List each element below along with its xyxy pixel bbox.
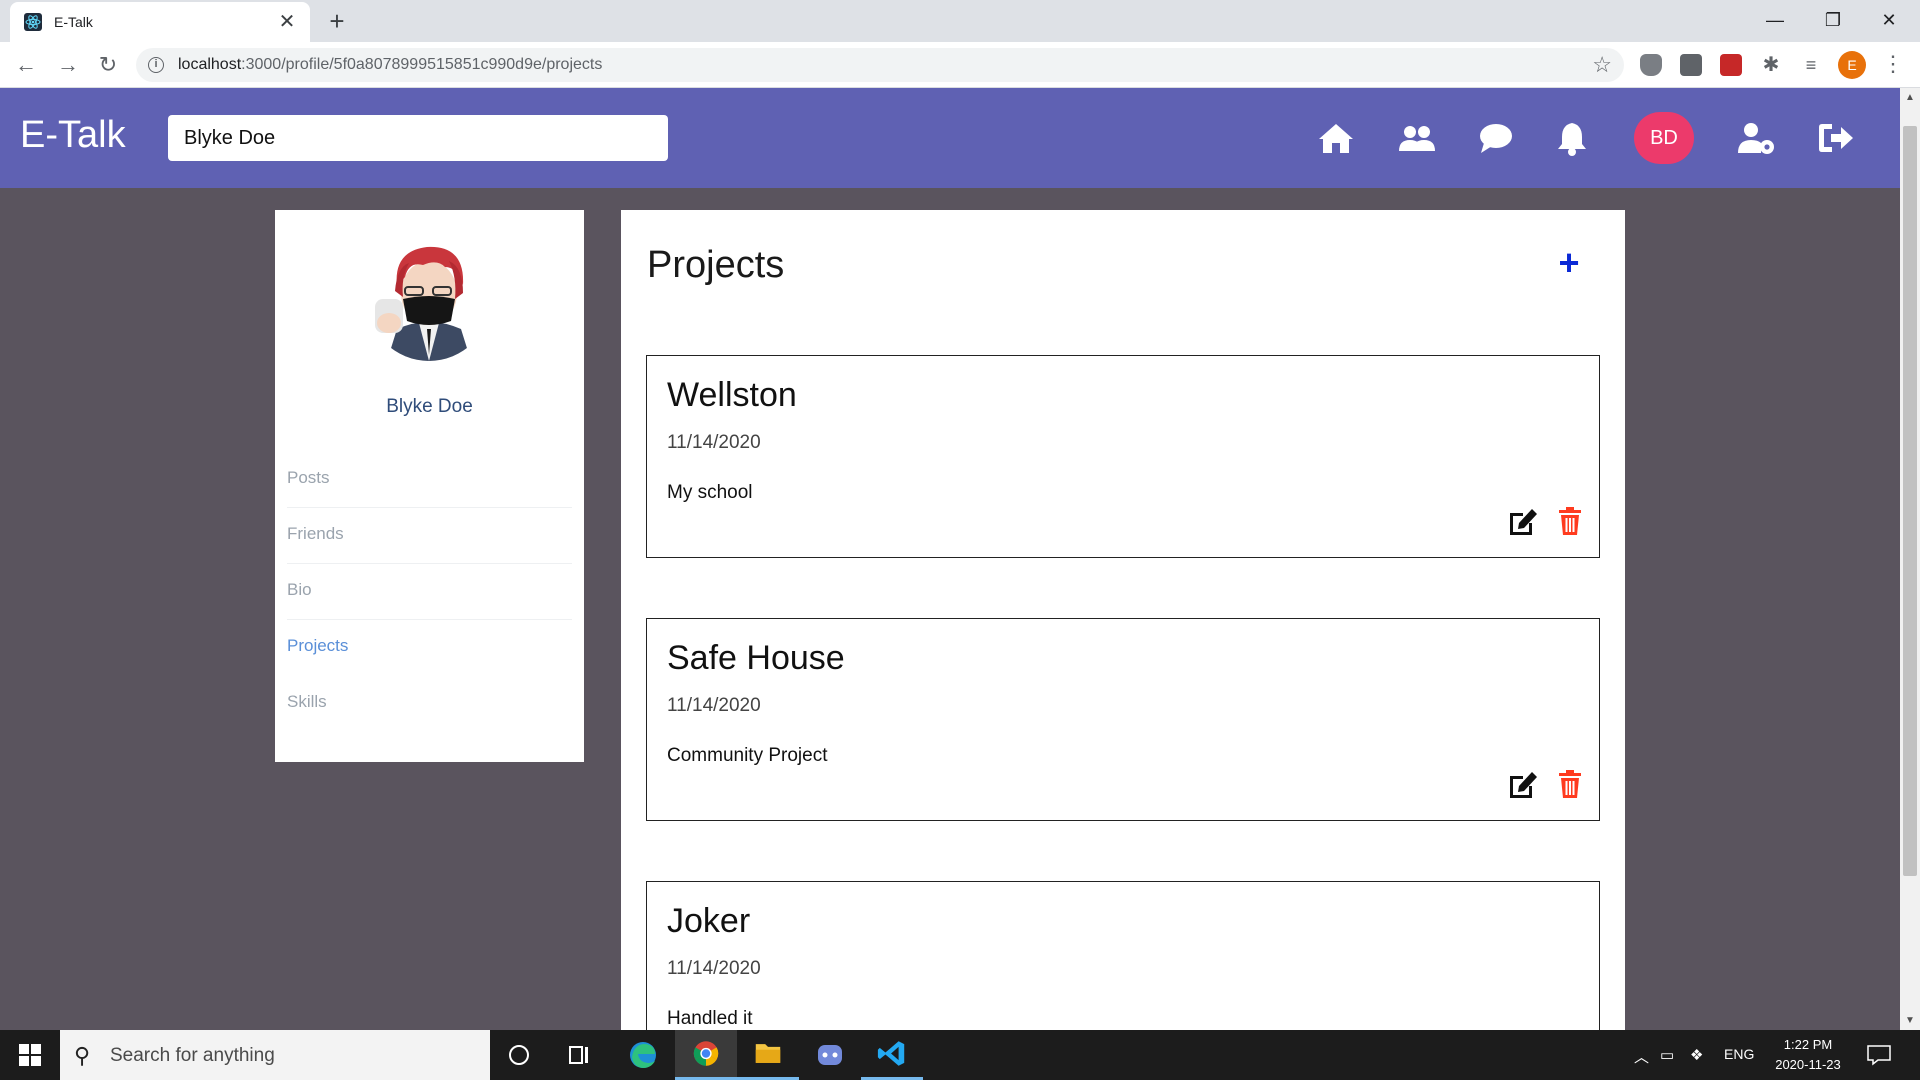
action-center-icon[interactable] — [1866, 1044, 1892, 1066]
profile-avatar — [367, 237, 491, 361]
clock-time: 1:22 PM — [1783, 1037, 1833, 1052]
scroll-up-icon[interactable]: ▲ — [1905, 92, 1915, 103]
scroll-down-icon[interactable]: ▼ — [1905, 1015, 1915, 1026]
brand-logo[interactable]: E-Talk — [20, 114, 126, 157]
sidebar-item-bio[interactable]: Bio — [287, 564, 572, 620]
cortana-icon[interactable] — [488, 1030, 550, 1080]
red-extension-icon[interactable] — [1720, 54, 1742, 76]
project-description: My school — [667, 482, 753, 503]
shield-extension-icon[interactable] — [1640, 54, 1662, 76]
url-host: localhost — [178, 56, 242, 73]
back-icon[interactable]: ← — [10, 49, 42, 81]
browser-profile-avatar[interactable]: E — [1838, 51, 1866, 79]
app-header: E-Talk BD — [0, 88, 1900, 188]
edit-icon[interactable] — [1507, 769, 1539, 799]
file-explorer-icon[interactable] — [737, 1030, 799, 1080]
browser-toolbar: ← → ↻ i localhost:3000/profile/5f0a80789… — [0, 42, 1920, 88]
profile-nav: Posts Friends Bio Projects Skills — [287, 452, 572, 732]
sidebar-item-skills[interactable]: Skills — [287, 676, 572, 732]
browser-tab[interactable]: E-Talk ✕ — [10, 2, 310, 42]
app-viewport: E-Talk BD — [0, 88, 1900, 1030]
address-bar[interactable]: i localhost:3000/profile/5f0a80789995158… — [136, 48, 1624, 82]
taskbar-clock[interactable]: 1:22 PM 2020-11-23 — [1760, 1035, 1856, 1075]
facebook-extension-icon[interactable] — [1680, 54, 1702, 76]
edit-icon[interactable] — [1507, 506, 1539, 536]
tab-title: E-Talk — [54, 14, 93, 30]
logout-icon[interactable] — [1816, 118, 1856, 158]
edge-browser-icon[interactable] — [612, 1030, 674, 1080]
close-window-icon[interactable]: ✕ — [1866, 4, 1912, 36]
dropbox-icon[interactable]: ❖ — [1690, 1046, 1703, 1064]
language-indicator[interactable]: ENG — [1724, 1046, 1754, 1062]
home-icon[interactable] — [1316, 118, 1356, 158]
profile-name: Blyke Doe — [386, 396, 473, 417]
url-text[interactable]: localhost:3000/profile/5f0a8078999515851… — [178, 56, 602, 74]
delete-trash-icon[interactable] — [1557, 769, 1583, 799]
project-card: Wellston 11/14/2020 My school — [646, 355, 1600, 558]
add-project-button[interactable]: + — [1553, 245, 1585, 281]
project-date: 11/14/2020 — [667, 958, 761, 979]
windows-taskbar: ⚲ Search for anything ︿ ▭ ❖ ENG 1:22 PM … — [0, 1030, 1920, 1080]
project-title: Joker — [667, 902, 751, 940]
bookmark-star-icon[interactable]: ☆ — [1592, 52, 1612, 78]
user-avatar-badge[interactable]: BD — [1634, 112, 1694, 164]
tray-overflow-icon[interactable]: ︿ — [1634, 1046, 1649, 1067]
delete-trash-icon[interactable] — [1557, 506, 1583, 536]
sidebar-item-projects[interactable]: Projects — [287, 620, 572, 676]
project-date: 11/14/2020 — [667, 432, 761, 453]
project-description: Handled it — [667, 1008, 753, 1029]
taskbar-search-placeholder: Search for anything — [110, 1045, 275, 1066]
search-input[interactable] — [168, 115, 668, 161]
reading-list-icon[interactable]: ≡ — [1800, 54, 1822, 76]
project-card: Safe House 11/14/2020 Community Project — [646, 618, 1600, 821]
friends-icon[interactable] — [1396, 118, 1436, 158]
forward-icon[interactable]: → — [52, 49, 84, 81]
project-description: Community Project — [667, 745, 828, 766]
scrollbar-thumb[interactable] — [1903, 126, 1917, 876]
notifications-bell-icon[interactable] — [1552, 118, 1592, 158]
project-title: Safe House — [667, 639, 845, 677]
profile-sidebar: Blyke Doe Posts Friends Bio Projects Ski… — [275, 210, 584, 762]
chrome-browser-icon[interactable] — [675, 1030, 737, 1080]
discord-icon[interactable] — [799, 1030, 861, 1080]
project-card: Joker 11/14/2020 Handled it — [646, 881, 1600, 1030]
task-view-icon[interactable] — [548, 1030, 610, 1080]
restore-window-icon[interactable]: ❐ — [1810, 4, 1856, 36]
browser-menu-icon[interactable]: ⋮ — [1882, 52, 1904, 78]
new-tab-icon[interactable]: + — [322, 7, 352, 37]
react-favicon-icon — [24, 13, 42, 31]
taskbar-search[interactable]: ⚲ Search for anything — [60, 1030, 490, 1080]
user-settings-icon[interactable] — [1736, 118, 1776, 158]
sidebar-item-posts[interactable]: Posts — [287, 452, 572, 508]
battery-icon[interactable]: ▭ — [1660, 1046, 1674, 1064]
clock-date: 2020-11-23 — [1775, 1057, 1841, 1072]
project-title: Wellston — [667, 376, 797, 414]
puzzle-extensions-icon[interactable]: ✱ — [1760, 54, 1782, 76]
url-path: :3000/profile/5f0a8078999515851c990d9e/p… — [241, 56, 603, 73]
search-icon: ⚲ — [74, 1043, 91, 1068]
site-info-icon[interactable]: i — [148, 57, 164, 73]
page-title: Projects — [647, 244, 785, 286]
projects-panel: Projects + Wellston 11/14/2020 My school… — [621, 210, 1625, 1030]
browser-tabbar: E-Talk ✕ + — ❐ ✕ — [0, 0, 1920, 42]
minimize-window-icon[interactable]: — — [1752, 4, 1798, 36]
chat-icon[interactable] — [1476, 118, 1516, 158]
reload-icon[interactable]: ↻ — [92, 49, 124, 81]
sidebar-item-friends[interactable]: Friends — [287, 508, 572, 564]
project-date: 11/14/2020 — [667, 695, 761, 716]
tab-close-icon[interactable]: ✕ — [274, 9, 300, 35]
page-scrollbar[interactable]: ▲ ▼ — [1900, 88, 1920, 1030]
windows-start-icon[interactable] — [0, 1030, 60, 1080]
vscode-icon[interactable] — [861, 1030, 923, 1080]
